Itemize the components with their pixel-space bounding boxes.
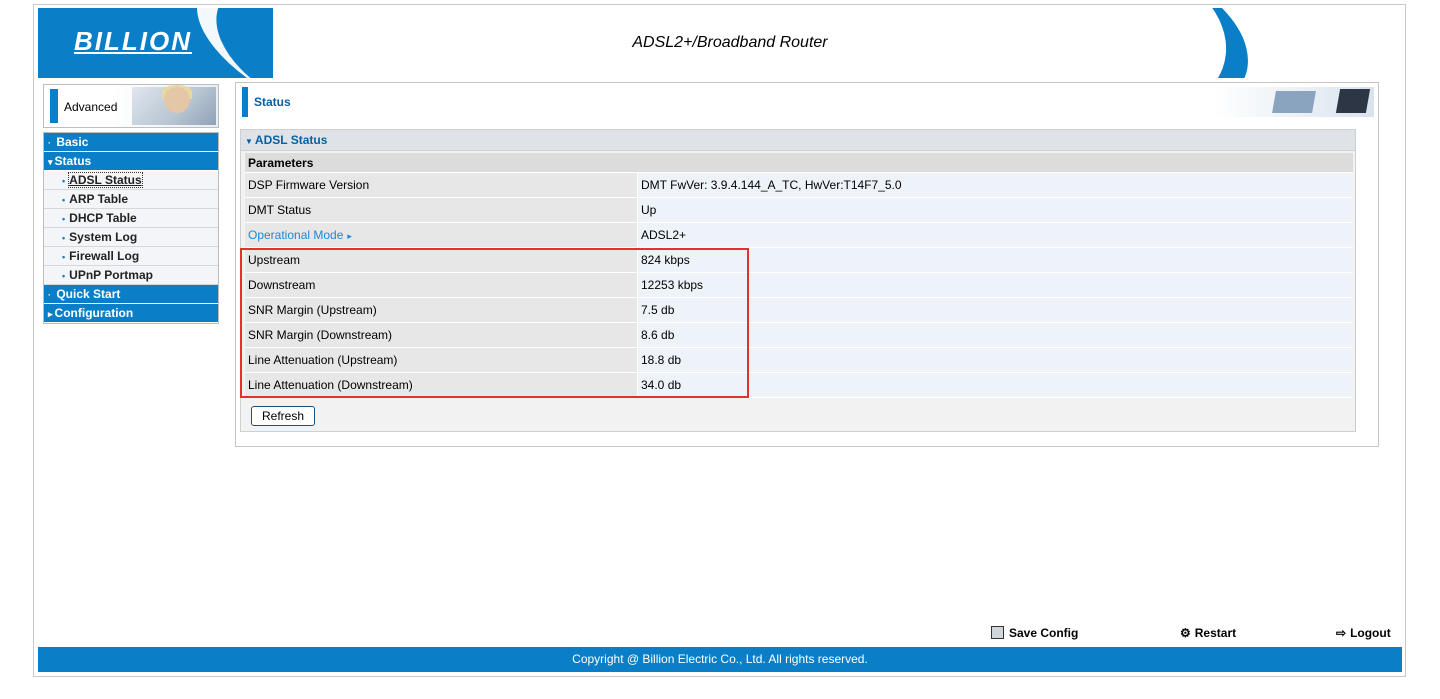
bullet-icon: •	[62, 176, 66, 186]
bullet-icon: ·	[48, 138, 51, 148]
nav-quick-start-label: Quick Start	[56, 287, 121, 301]
section-header: Status	[242, 87, 1374, 117]
table-row: SNR Margin (Downstream) 8.6 db	[245, 322, 1353, 348]
triangle-right-icon: ▸	[48, 309, 53, 319]
logout-icon: ⇨	[1336, 626, 1347, 640]
logout-label: Logout	[1350, 626, 1391, 640]
panel-title-label: ADSL Status	[254, 133, 328, 147]
operational-mode-link[interactable]: Operational Mode ▸	[245, 222, 638, 248]
triangle-down-icon: ▾	[48, 157, 53, 167]
param-key: DMT Status	[245, 197, 638, 223]
floppy-icon	[991, 626, 1004, 639]
nav-dhcp-table-label: DHCP Table	[69, 211, 137, 225]
adsl-status-panel: ▼ ADSL Status Parameters DSP Firmware Ver…	[240, 129, 1356, 432]
table-header-row: Parameters	[245, 153, 1353, 173]
nav-firewall-log[interactable]: • Firewall Log	[44, 247, 218, 266]
footer-bar: Copyright @ Billion Electric Co., Ltd. A…	[38, 647, 1402, 672]
bullet-icon: •	[62, 252, 66, 262]
triangle-down-icon: ▼	[245, 137, 253, 146]
param-key: Line Attenuation (Downstream)	[245, 372, 638, 398]
param-value: 18.8 db	[637, 347, 1353, 373]
restart-icon: ⚙	[1180, 626, 1191, 640]
table-row: DSP Firmware Version DMT FwVer: 3.9.4.144…	[245, 172, 1353, 198]
nav-dhcp-table[interactable]: • DHCP Table	[44, 209, 218, 228]
panel-title[interactable]: ▼ ADSL Status	[241, 130, 1355, 151]
monitor-graphic	[1272, 91, 1316, 113]
nav-firewall-log-label: Firewall Log	[69, 249, 140, 263]
param-key: Downstream	[245, 272, 638, 298]
nav-quick-start[interactable]: · Quick Start	[44, 285, 218, 304]
nav-configuration[interactable]: ▸ Configuration	[44, 304, 218, 323]
nav-basic[interactable]: · Basic	[44, 133, 218, 152]
param-value: ADSL2+	[637, 222, 1353, 248]
restart-label: Restart	[1194, 626, 1237, 640]
param-key: DSP Firmware Version	[245, 172, 638, 198]
bullet-icon: ·	[48, 290, 51, 300]
nav-upnp-portmap-label: UPnP Portmap	[69, 268, 153, 282]
adsl-params-table: Parameters DSP Firmware Version DMT FwVer…	[245, 153, 1353, 398]
tagline-line-2: with Security	[1289, 44, 1386, 63]
param-key: Line Attenuation (Upstream)	[245, 347, 638, 373]
nav-adsl-status-label: ADSL Status	[68, 172, 143, 188]
table-row: Line Attenuation (Upstream) 18.8 db	[245, 347, 1353, 373]
param-value: 824 kbps	[637, 247, 1353, 273]
photo-face	[164, 87, 190, 113]
nav-arp-table-label: ARP Table	[69, 192, 129, 206]
bullet-icon: •	[62, 214, 66, 224]
restart-button[interactable]: ⚙ Restart	[1180, 626, 1236, 640]
param-value: Up	[637, 197, 1353, 223]
table-row: Line Attenuation (Downstream) 34.0 db	[245, 372, 1353, 398]
nav-menu: · Basic ▾ Status • ADSL Status • ARP Table …	[43, 132, 219, 324]
nav-basic-label: Basic	[56, 135, 89, 149]
section-title: Status	[254, 95, 291, 109]
param-key: SNR Margin (Downstream)	[245, 322, 638, 348]
mode-label: Advanced	[64, 100, 118, 114]
section-accent-bar	[242, 87, 248, 117]
bullet-icon: •	[62, 233, 66, 243]
refresh-button[interactable]: Refresh	[251, 406, 316, 426]
product-title: ADSL2+/Broadband Router	[632, 34, 828, 51]
nav-arp-table[interactable]: • ARP Table	[44, 190, 218, 209]
bullet-icon: •	[62, 271, 66, 281]
tagline: Powering communications with Security	[1246, 36, 1386, 63]
param-value: 7.5 db	[637, 297, 1353, 323]
table-row: Downstream 12253 kbps	[245, 272, 1353, 298]
table-row: SNR Margin (Upstream) 7.5 db	[245, 297, 1353, 323]
table-row: Operational Mode ▸ ADSL2+	[245, 222, 1353, 248]
save-config-button[interactable]: Save Config	[991, 626, 1078, 640]
arrow-right-icon: ▸	[347, 231, 352, 241]
sidebar: Advanced · Basic ▾ Status • ADSL Status • A…	[43, 84, 219, 324]
bullet-icon: •	[62, 195, 66, 205]
nav-system-log-label: System Log	[69, 230, 138, 244]
monitor-graphic-dark	[1335, 89, 1371, 113]
params-header: Parameters	[245, 153, 1353, 173]
param-value: 34.0 db	[637, 372, 1353, 398]
nav-adsl-status[interactable]: • ADSL Status	[44, 171, 218, 190]
param-key: Operational Mode	[248, 228, 344, 242]
header-banner: BILLION ADSL2+/Broadband Router Powering…	[38, 8, 1402, 78]
advanced-mode-box: Advanced	[43, 84, 219, 128]
nav-upnp-portmap[interactable]: • UPnP Portmap	[44, 266, 218, 285]
save-config-label: Save Config	[1009, 626, 1079, 640]
nav-configuration-label: Configuration	[54, 306, 134, 320]
param-value: DMT FwVer: 3.9.4.144_A_TC, HwVer:T14F7_5…	[637, 172, 1353, 198]
param-key: SNR Margin (Upstream)	[245, 297, 638, 323]
mode-accent-bar	[50, 89, 58, 123]
table-row: DMT Status Up	[245, 197, 1353, 223]
logout-button[interactable]: ⇨ Logout	[1336, 626, 1391, 640]
nav-system-log[interactable]: • System Log	[44, 228, 218, 247]
param-key: Upstream	[245, 247, 638, 273]
param-value: 8.6 db	[637, 322, 1353, 348]
table-row: Upstream 824 kbps	[245, 247, 1353, 273]
copyright-text: Copyright @ Billion Electric Co., Ltd. A…	[572, 652, 868, 666]
param-value: 12253 kbps	[637, 272, 1353, 298]
nav-status[interactable]: ▾ Status	[44, 152, 218, 171]
nav-status-label: Status	[54, 154, 92, 168]
